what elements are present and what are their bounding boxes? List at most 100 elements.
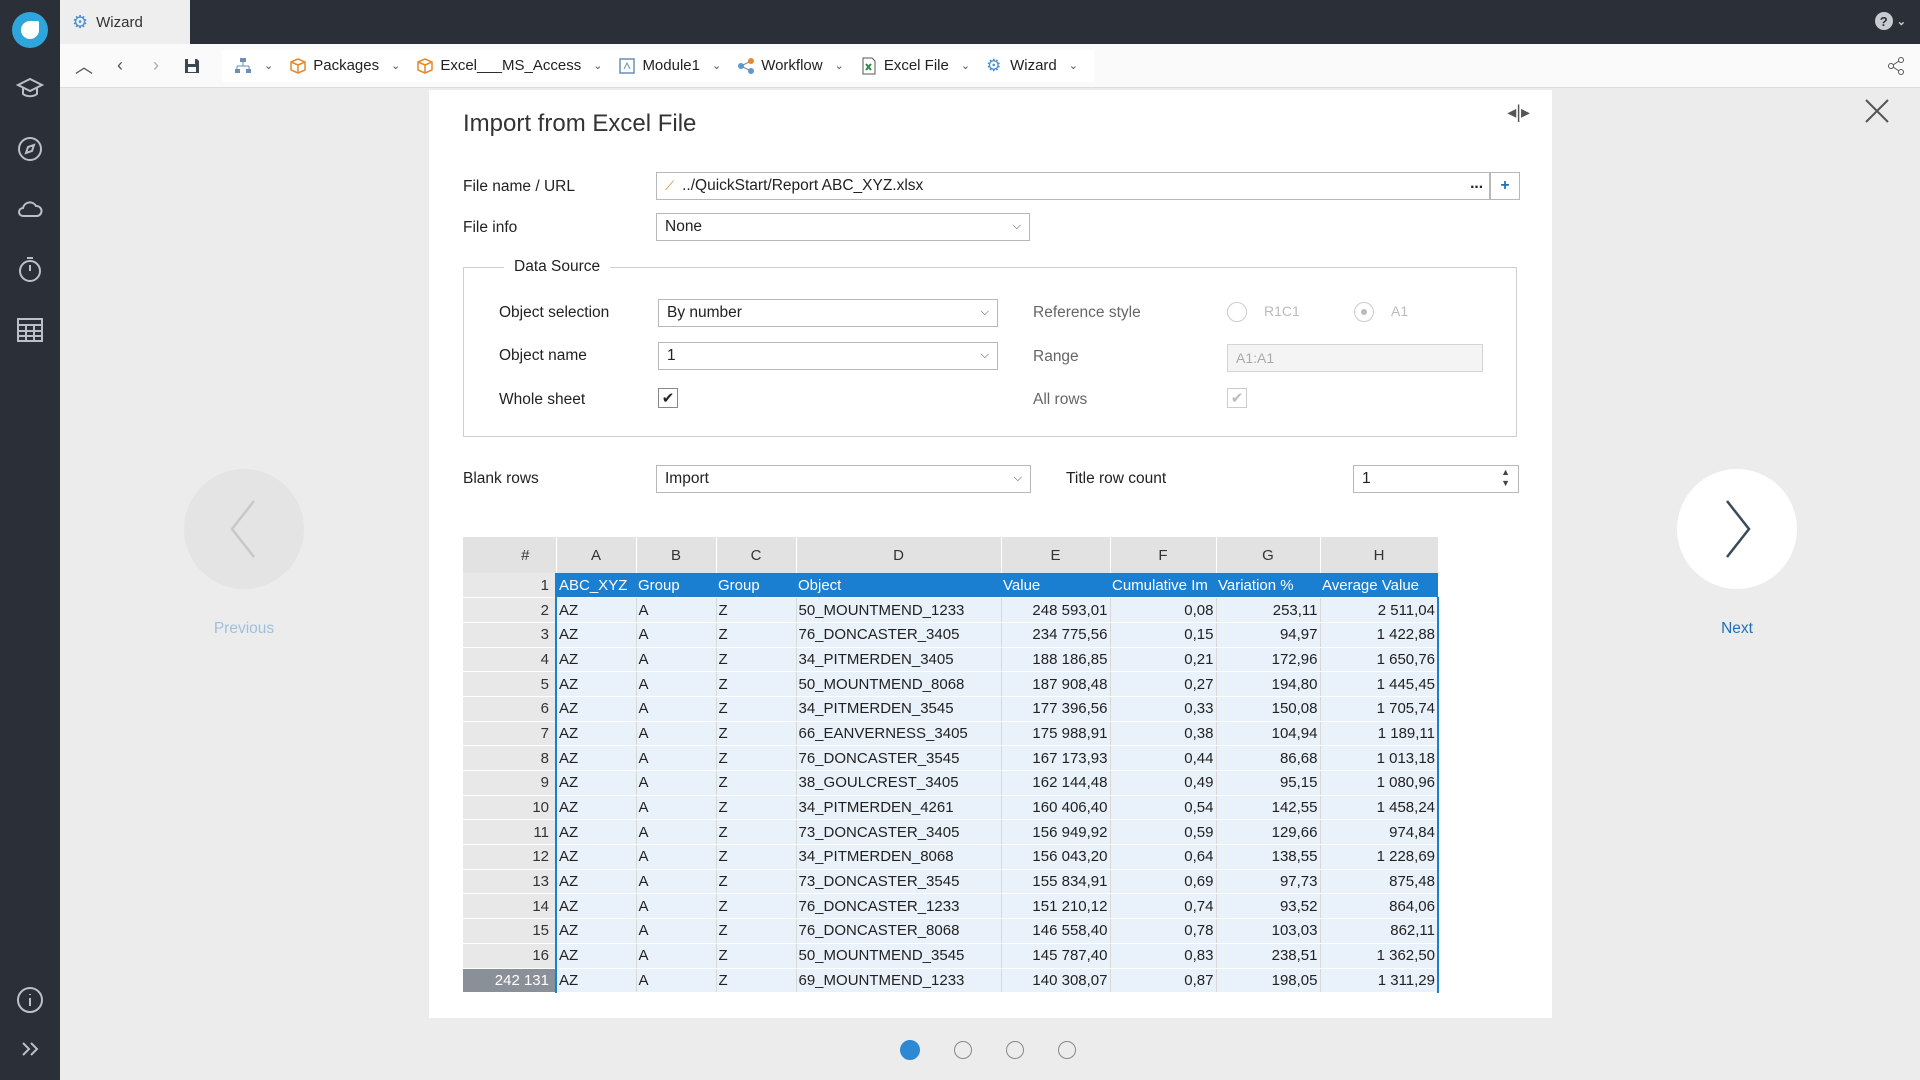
- object-selection-select[interactable]: By number ⌵: [658, 299, 998, 327]
- table-row[interactable]: 242 131 AZ A Z 69_MOUNTMEND_1233 140 308,07 0,…: [463, 968, 1439, 994]
- table-cell: AZ: [555, 721, 637, 747]
- cloud-icon[interactable]: [14, 193, 46, 225]
- graduation-cap-icon[interactable]: [14, 72, 46, 104]
- breadcrumb-item-excel-ms-access[interactable]: Excel___MS_Access ⌄: [410, 50, 612, 82]
- save-icon[interactable]: [174, 44, 210, 88]
- chevron-up-icon[interactable]: ︿: [66, 44, 102, 88]
- table-row[interactable]: 9 AZ A Z 38_GOULCREST_3405 162 144,48 0,49 95,1…: [463, 770, 1439, 796]
- title-row-count-stepper[interactable]: 1 ▲ ▼: [1353, 465, 1519, 493]
- previous-button[interactable]: [184, 469, 304, 589]
- compass-icon[interactable]: [14, 133, 46, 165]
- table-cell: 0,64: [1110, 844, 1217, 870]
- table-cell: 0,59: [1110, 819, 1217, 846]
- app-logo-icon[interactable]: [12, 12, 48, 48]
- range-input[interactable]: A1:A1: [1227, 344, 1483, 372]
- whole-sheet-checkbox[interactable]: ✔: [658, 388, 678, 408]
- column-header[interactable]: H: [1320, 537, 1439, 573]
- step-dot[interactable]: [1058, 1041, 1076, 1059]
- help-menu[interactable]: ? ⌄: [1874, 12, 1906, 30]
- table-cell: 140 308,07: [1001, 968, 1111, 994]
- table-row[interactable]: 13 AZ A Z 73_DONCASTER_3545 155 834,91 0,69 97,…: [463, 869, 1439, 895]
- row-number: 1: [463, 573, 556, 599]
- all-rows-checkbox[interactable]: ✔: [1227, 388, 1247, 408]
- column-header[interactable]: F: [1110, 537, 1217, 573]
- close-icon[interactable]: [1862, 96, 1892, 126]
- file-name-field[interactable]: ⟋ ../QuickStart/Report ABC_XYZ.xlsx ...: [656, 172, 1490, 200]
- import-dialog: Import from Excel File ◂|▸ File name / U…: [429, 90, 1552, 1018]
- title-row-count-value: 1: [1362, 470, 1371, 487]
- table-row[interactable]: 7 AZ A Z 66_EANVERNESS_3405 175 988,91 0,38 104…: [463, 721, 1439, 747]
- table-cell: AZ: [555, 647, 637, 673]
- table-row[interactable]: 4 AZ A Z 34_PITMERDEN_3405 188 186,85 0,21 172,…: [463, 647, 1439, 673]
- breadcrumb-item-module1[interactable]: Module1 ⌄: [612, 50, 731, 82]
- column-header-row: # A B C D E F G H: [463, 537, 1439, 573]
- table-cell: A: [636, 745, 717, 771]
- table-row[interactable]: 11 AZ A Z 73_DONCASTER_3405 156 949,92 0,59 129…: [463, 819, 1439, 846]
- table-row[interactable]: 2 AZ A Z 50_MOUNTMEND_1233 248 593,01 0,08 253,…: [463, 597, 1439, 623]
- back-icon[interactable]: ‹: [102, 44, 138, 88]
- blank-rows-label: Blank rows: [463, 470, 539, 487]
- table-row[interactable]: 5 AZ A Z 50_MOUNTMEND_8068 187 908,48 0,27 194,…: [463, 671, 1439, 697]
- file-info-select[interactable]: None ⌵: [656, 213, 1030, 241]
- info-icon[interactable]: [14, 984, 46, 1016]
- table-cell: Z: [716, 819, 797, 846]
- column-header[interactable]: C: [716, 537, 797, 573]
- forward-icon[interactable]: ›: [138, 44, 174, 88]
- breadcrumb-item-wizard[interactable]: ⚙ Wizard ⌄: [980, 50, 1088, 82]
- table-cell: 97,73: [1216, 869, 1321, 895]
- breadcrumb-item-tree[interactable]: ⌄: [228, 50, 283, 82]
- table-cell: 253,11: [1216, 597, 1321, 623]
- step-dot[interactable]: [1006, 1041, 1024, 1059]
- calendar-grid-icon[interactable]: [14, 314, 46, 346]
- column-header[interactable]: D: [796, 537, 1002, 573]
- table-cell: AZ: [555, 745, 637, 771]
- previous-label[interactable]: Previous: [184, 620, 304, 638]
- add-file-button[interactable]: +: [1490, 172, 1520, 200]
- table-cell: 76_DONCASTER_8068: [796, 918, 1002, 944]
- title-row-count-label: Title row count: [1066, 470, 1167, 487]
- table-cell: Z: [716, 745, 797, 771]
- next-button[interactable]: [1677, 469, 1797, 589]
- breadcrumb-item-packages[interactable]: Packages ⌄: [283, 50, 410, 82]
- share-icon[interactable]: [1886, 56, 1906, 76]
- tab-wizard[interactable]: ⚙ Wizard: [60, 0, 190, 44]
- title-row[interactable]: 1 ABC_XYZ Group Group Object Value Cumul…: [463, 573, 1438, 599]
- table-cell: AZ: [555, 844, 637, 870]
- table-row[interactable]: 3 AZ A Z 76_DONCASTER_3405 234 775,56 0,15 94,9…: [463, 622, 1439, 648]
- stepper-arrows-icon[interactable]: ▲ ▼: [1501, 467, 1510, 489]
- r1c1-radio[interactable]: [1227, 302, 1247, 322]
- step-dot[interactable]: [954, 1041, 972, 1059]
- table-row[interactable]: 6 AZ A Z 34_PITMERDEN_3545 177 396,56 0,33 150,…: [463, 696, 1439, 722]
- column-header[interactable]: G: [1216, 537, 1321, 573]
- table-cell: 167 173,93: [1001, 745, 1111, 771]
- table-row[interactable]: 12 AZ A Z 34_PITMERDEN_8068 156 043,20 0,64 138…: [463, 844, 1439, 870]
- blank-rows-select[interactable]: Import ⌵: [656, 465, 1031, 493]
- column-header[interactable]: A: [556, 537, 637, 573]
- table-row[interactable]: 16 AZ A Z 50_MOUNTMEND_3545 145 787,40 0,83 238…: [463, 943, 1439, 969]
- range-value: A1:A1: [1236, 350, 1275, 366]
- breadcrumb-item-excel-file[interactable]: Excel File ⌄: [854, 50, 980, 82]
- breadcrumb-label: Excel___MS_Access: [440, 57, 582, 74]
- breadcrumb-item-workflow[interactable]: Workflow ⌄: [731, 50, 854, 82]
- a1-radio[interactable]: [1354, 302, 1374, 322]
- table-cell: 0,69: [1110, 869, 1217, 895]
- stopwatch-icon[interactable]: [14, 253, 46, 285]
- table-cell: 145 787,40: [1001, 943, 1111, 969]
- table-row[interactable]: 8 AZ A Z 76_DONCASTER_3545 167 173,93 0,44 86,6…: [463, 745, 1439, 771]
- column-header[interactable]: E: [1001, 537, 1111, 573]
- table-cell: A: [636, 770, 717, 796]
- browse-button[interactable]: ...: [1470, 175, 1483, 193]
- next-label[interactable]: Next: [1677, 620, 1797, 638]
- table-row[interactable]: 10 AZ A Z 34_PITMERDEN_4261 160 406,40 0,54 142…: [463, 795, 1439, 821]
- table-row[interactable]: 15 AZ A Z 76_DONCASTER_8068 146 558,40 0,78 103…: [463, 918, 1439, 944]
- help-icon: ?: [1874, 12, 1893, 30]
- row-number: 16: [463, 943, 557, 969]
- chevron-down-icon: ⌄: [960, 60, 971, 72]
- step-dot[interactable]: [900, 1040, 920, 1060]
- table-cell: 0,83: [1110, 943, 1217, 969]
- table-row[interactable]: 14 AZ A Z 76_DONCASTER_1233 151 210,12 0,74 93,…: [463, 893, 1439, 920]
- column-header[interactable]: B: [636, 537, 717, 573]
- expand-rail-icon[interactable]: [14, 1033, 46, 1065]
- object-name-select[interactable]: 1 ⌵: [658, 342, 998, 370]
- split-view-icon[interactable]: ◂|▸: [1507, 102, 1530, 123]
